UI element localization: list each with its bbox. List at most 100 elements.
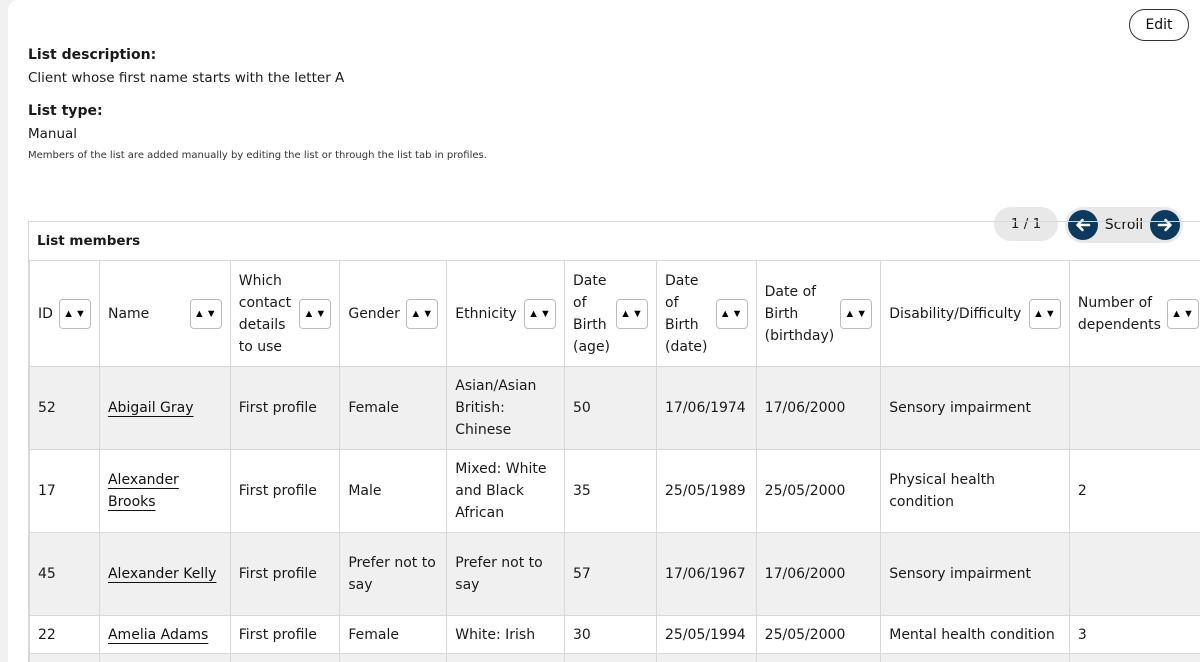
cell-dob-date: 17/06/1967 bbox=[656, 532, 757, 616]
list-type-note: Members of the list are added manually b… bbox=[28, 150, 487, 161]
cell-ethnicity bbox=[446, 653, 566, 662]
cell-dependents bbox=[1068, 653, 1200, 662]
column-label: Date of Birth (date) bbox=[665, 272, 708, 355]
cell-contact-details: First profile bbox=[229, 615, 341, 654]
cell-disability: Sensory impairment bbox=[880, 532, 1070, 616]
table-header-row: ID ▲▼ Name ▲▼ Which contact details to use… bbox=[29, 260, 1200, 367]
list-type-value: Manual bbox=[28, 126, 78, 142]
cell-gender: Prefer not to say bbox=[339, 532, 448, 616]
cell-age: 35 bbox=[564, 449, 658, 533]
list-description-text: Client whose first name starts with the … bbox=[28, 70, 345, 86]
sort-button[interactable]: ▲▼ bbox=[189, 298, 222, 329]
column-label: Name bbox=[107, 305, 150, 322]
column-label: Which contact details to use bbox=[238, 272, 292, 355]
table-row: 45 Alexander Kelly First profile Prefer … bbox=[29, 532, 1200, 616]
cell-dependents bbox=[1068, 532, 1200, 616]
column-header-contact-details: Which contact details to use ▲▼ bbox=[229, 260, 341, 367]
sort-button[interactable]: ▲▼ bbox=[840, 298, 873, 329]
cell-ethnicity: White: Irish bbox=[446, 615, 566, 654]
cell-contact-details: First profile bbox=[229, 449, 341, 533]
cell-age: 57 bbox=[564, 532, 658, 616]
cell-dob-birthday: 25/05/2000 bbox=[755, 615, 882, 654]
cell-dependents bbox=[1068, 366, 1200, 450]
sort-button[interactable]: ▲▼ bbox=[1028, 298, 1061, 329]
edit-button[interactable]: Edit bbox=[1129, 9, 1189, 41]
sort-button[interactable]: ▲▼ bbox=[58, 298, 91, 329]
column-header-name: Name ▲▼ bbox=[98, 260, 231, 367]
cell-gender: Male bbox=[339, 449, 448, 533]
cell-dob-birthday: 17/06/2000 bbox=[755, 532, 882, 616]
cell-id: 22 bbox=[29, 615, 100, 654]
cell-gender: Female bbox=[339, 366, 448, 450]
column-header-dependents: Number of dependents ▲▼ bbox=[1068, 260, 1200, 367]
cell-dependents: 3 bbox=[1068, 615, 1200, 654]
cell-ethnicity: Prefer not to say bbox=[446, 532, 566, 616]
table-row: 17 Alexander Brooks First profile Male M… bbox=[29, 449, 1200, 533]
cell-contact-details bbox=[229, 653, 341, 662]
sort-button[interactable]: ▲▼ bbox=[299, 298, 332, 329]
column-header-disability: Disability/Difficulty ▲▼ bbox=[880, 260, 1070, 367]
list-members-heading: List members bbox=[37, 233, 141, 249]
table-row: 52 Abigail Gray First profile Female Asi… bbox=[29, 366, 1200, 450]
column-header-dob-birthday: Date of Birth (birthday) ▲▼ bbox=[755, 260, 882, 367]
cell-id: 52 bbox=[29, 366, 100, 450]
column-label: Date of Birth (age) bbox=[573, 272, 611, 355]
column-header-id: ID ▲▼ bbox=[29, 260, 100, 367]
column-label: ID bbox=[38, 305, 53, 322]
cell-dob-birthday: 25/05/2000 bbox=[755, 449, 882, 533]
cell-dependents: 2 bbox=[1068, 449, 1200, 533]
cell-dob-date: 25/05/1994 bbox=[656, 615, 757, 654]
column-label: Disability/Difficulty bbox=[889, 305, 1022, 322]
client-name-link[interactable]: Amelia Adams bbox=[108, 627, 208, 643]
sort-button[interactable]: ▲▼ bbox=[406, 298, 439, 329]
cell-disability: Sensory impairment bbox=[880, 366, 1070, 450]
cell-contact-details: First profile bbox=[229, 366, 341, 450]
cell-dob-birthday bbox=[755, 653, 882, 662]
cell-disability bbox=[880, 653, 1070, 662]
table-row: 22 Amelia Adams First profile Female Whi… bbox=[29, 615, 1200, 654]
cell-id: 17 bbox=[29, 449, 100, 533]
client-name-link[interactable]: Alexander Kelly bbox=[108, 566, 216, 582]
cell-gender: Female bbox=[339, 615, 448, 654]
list-description-heading: List description: bbox=[28, 47, 157, 63]
cell-dob-date: 25/05/1989 bbox=[656, 449, 757, 533]
sort-button[interactable]: ▲▼ bbox=[1167, 298, 1199, 329]
client-name-link[interactable]: Alexander Brooks bbox=[108, 472, 179, 510]
cell-age: 50 bbox=[564, 366, 658, 450]
list-members-section: List members ID ▲▼ Name ▲▼ Which contact d… bbox=[28, 221, 1200, 662]
cell-age: 30 bbox=[564, 615, 658, 654]
cell-id: 45 bbox=[29, 532, 100, 616]
list-details-card: Edit List description: Client whose firs… bbox=[8, 0, 1200, 662]
list-type-heading: List type: bbox=[28, 103, 103, 119]
cell-age bbox=[564, 653, 658, 662]
cell-name: Alexander Brooks bbox=[98, 449, 231, 533]
sort-button[interactable]: ▲▼ bbox=[616, 298, 649, 329]
cell-name bbox=[98, 653, 231, 662]
column-header-ethnicity: Ethnicity ▲▼ bbox=[446, 260, 566, 367]
cell-name: Alexander Kelly bbox=[98, 532, 231, 616]
cell-gender bbox=[339, 653, 448, 662]
cell-contact-details: First profile bbox=[229, 532, 341, 616]
sort-button[interactable]: ▲▼ bbox=[715, 298, 748, 329]
column-header-dob-date: Date of Birth (date) ▲▼ bbox=[656, 260, 757, 367]
cell-dob-date: 17/06/1974 bbox=[656, 366, 757, 450]
cell-name: Amelia Adams bbox=[98, 615, 231, 654]
client-name-link[interactable]: Abigail Gray bbox=[108, 400, 194, 416]
cell-dob-date bbox=[656, 653, 757, 662]
cell-name: Abigail Gray bbox=[98, 366, 231, 450]
cell-dob-birthday: 17/06/2000 bbox=[755, 366, 882, 450]
column-header-dob-age: Date of Birth (age) ▲▼ bbox=[564, 260, 658, 367]
column-label: Gender bbox=[348, 305, 400, 322]
cell-ethnicity: Mixed: White and Black African bbox=[446, 449, 566, 533]
column-label: Number of dependents bbox=[1077, 294, 1161, 333]
members-table: ID ▲▼ Name ▲▼ Which contact details to use… bbox=[29, 260, 1200, 662]
sort-button[interactable]: ▲▼ bbox=[524, 298, 557, 329]
table-row bbox=[29, 653, 1200, 662]
cell-id bbox=[29, 653, 100, 662]
column-label: Date of Birth (birthday) bbox=[764, 283, 835, 344]
column-label: Ethnicity bbox=[455, 305, 517, 322]
column-header-gender: Gender ▲▼ bbox=[339, 260, 448, 367]
cell-disability: Mental health condition bbox=[880, 615, 1070, 654]
cell-disability: Physical health condition bbox=[880, 449, 1070, 533]
cell-ethnicity: Asian/Asian British: Chinese bbox=[446, 366, 566, 450]
